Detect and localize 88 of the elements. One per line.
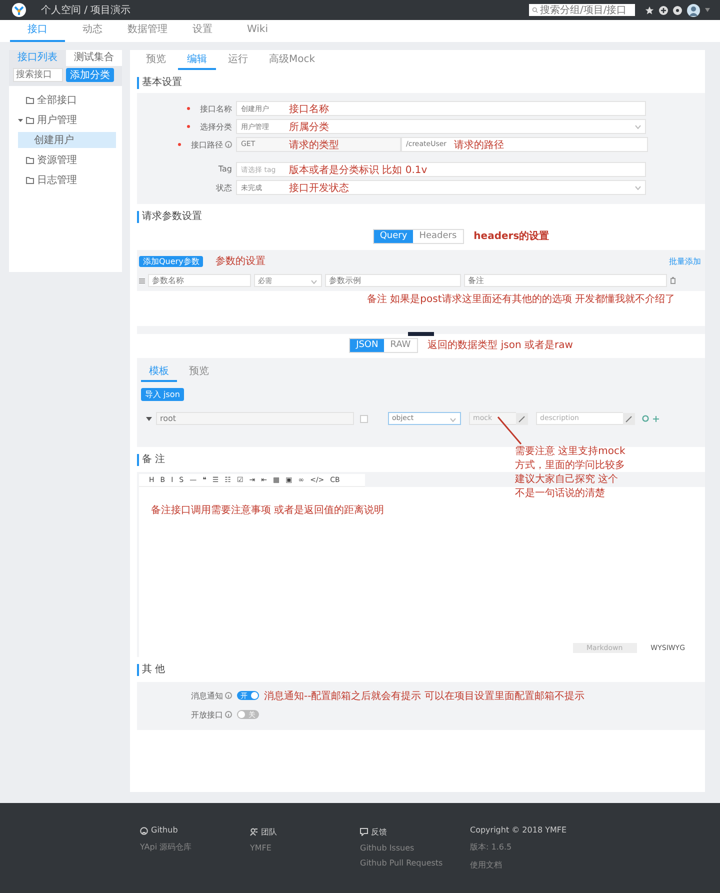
- field-label: 消息通知: [191, 690, 223, 702]
- folder-icon: [26, 176, 34, 184]
- dropdown-icon: [450, 418, 456, 422]
- delete-icon: [670, 277, 676, 284]
- caret-icon: [705, 8, 710, 12]
- annotation: 消息通知--配置邮箱之后就会有提示 可以在项目设置里面配置邮箱不提示: [264, 690, 584, 702]
- footer-title: 团队: [261, 827, 277, 838]
- content-tab[interactable]: 编辑: [178, 52, 216, 70]
- edit-icon: [516, 412, 528, 424]
- folder-icon: [26, 96, 34, 104]
- annotation: 返回的数据类型 json 或者是raw: [428, 338, 573, 352]
- annotation: 版本或者是分类标识 比如 0.1v: [289, 164, 428, 176]
- annotation: 所属分类: [289, 120, 329, 134]
- add-icon: [653, 416, 659, 422]
- feedback-icon: [360, 828, 368, 836]
- footer-title: Copyright © 2018 YMFE: [470, 826, 567, 835]
- input-field[interactable]: 参数示例: [325, 274, 461, 287]
- footer-link[interactable]: YMFE: [250, 844, 338, 853]
- annotation: 请求的类型: [289, 138, 339, 152]
- section-title: 请求参数设置: [137, 211, 705, 223]
- avatar-icon: [687, 4, 700, 16]
- tree-item[interactable]: 日志管理: [9, 172, 116, 188]
- content-tab[interactable]: 运行: [219, 52, 257, 70]
- annotation: 接口开发状态: [289, 182, 349, 194]
- annotation: 请求的路径: [454, 138, 504, 152]
- tab[interactable]: 模板: [141, 362, 177, 382]
- caret-down-icon: [18, 118, 23, 122]
- sidebar-tab[interactable]: 接口列表: [9, 50, 66, 66]
- caret-down-icon: [146, 416, 152, 420]
- search-field[interactable]: 搜索接口: [13, 68, 63, 82]
- add-query-param-button[interactable]: 添加Query参数: [139, 256, 204, 266]
- drag-icon: [139, 278, 145, 284]
- tree-item[interactable]: 全部接口: [9, 92, 116, 108]
- footer-title: 反馈: [371, 827, 387, 838]
- annotation: 接口名称: [289, 102, 329, 116]
- content-tab[interactable]: 预览: [137, 52, 175, 70]
- dropdown-icon: [311, 280, 317, 284]
- team-icon: [250, 828, 258, 836]
- search-field[interactable]: 搜索分组/项目/接口: [529, 4, 635, 16]
- breadcrumb: 个人空间 / 项目演示: [41, 4, 131, 17]
- section-title: 基本设置: [137, 77, 705, 89]
- import-json-button[interactable]: 导入 json: [141, 388, 184, 401]
- annotation: 备注 如果是post请求这里面还有其他的的选项 开发都懂我就不介绍了: [367, 294, 675, 305]
- field-label: 接口路径: [191, 140, 223, 150]
- input-field: root: [156, 412, 354, 425]
- field-label: 选择分类: [200, 122, 232, 132]
- segment-tab[interactable]: JSON: [350, 338, 384, 352]
- resize-handle[interactable]: [408, 332, 434, 336]
- field-label: 接口名称: [200, 104, 232, 114]
- checkbox[interactable]: [360, 414, 368, 422]
- nav-tab[interactable]: 设置: [175, 20, 230, 42]
- tree-item[interactable]: 资源管理: [9, 152, 116, 168]
- folder-icon: [26, 116, 34, 124]
- input-field[interactable]: 备注: [464, 274, 667, 287]
- field-label: Tag: [218, 165, 232, 174]
- footer-link[interactable]: YApi 源码仓库: [140, 841, 228, 853]
- add-icon: [659, 6, 668, 14]
- annotation: headers的设置: [474, 230, 550, 243]
- nav-tab[interactable]: 接口: [10, 20, 65, 42]
- annotation: 参数的设置: [215, 254, 266, 268]
- logo-icon: [12, 3, 26, 17]
- segment-tab[interactable]: Query: [374, 230, 414, 242]
- settings-icon: [642, 415, 649, 422]
- search-icon: [532, 6, 538, 14]
- footer-link[interactable]: 版本: 1.6.5: [470, 841, 558, 853]
- footer-link[interactable]: Github Pull Requests: [360, 859, 448, 868]
- dropdown-icon: [635, 186, 641, 190]
- footer-title: Github: [151, 826, 178, 835]
- input-field[interactable]: 参数名称: [148, 274, 251, 287]
- content-tab[interactable]: 高级Mock: [260, 52, 324, 70]
- footer-link[interactable]: Github Issues: [360, 844, 448, 853]
- nav-tab[interactable]: 数据管理: [120, 20, 175, 42]
- tree-item[interactable]: 用户管理: [9, 112, 116, 128]
- nav-tab[interactable]: 动态: [65, 20, 120, 42]
- folder-icon: [26, 156, 34, 164]
- nav-tab[interactable]: Wiki: [230, 20, 285, 42]
- field-label: 状态: [216, 182, 232, 194]
- section-title: 其 他: [137, 664, 705, 676]
- add-category-button[interactable]: 添加分类: [66, 68, 114, 82]
- dropdown-icon: [635, 125, 641, 129]
- annotation: 需要注意 这里支持mock 方式，里面的学问比较多 建议大家自己探究 这个 不是一句话说的清楚: [515, 445, 626, 501]
- field-label: 开放接口: [191, 710, 223, 720]
- footer-link[interactable]: 使用文档: [470, 859, 558, 871]
- tab[interactable]: 预览: [181, 362, 217, 382]
- tree-item[interactable]: 创建用户: [18, 132, 116, 148]
- edit-icon: [623, 412, 635, 424]
- star-icon: [645, 6, 654, 14]
- bulk-add-link[interactable]: 批量添加: [669, 256, 701, 266]
